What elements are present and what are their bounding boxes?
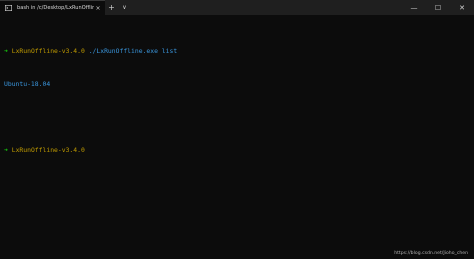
titlebar-drag-area[interactable]	[131, 0, 402, 15]
tab-close-icon[interactable]: ×	[94, 5, 102, 12]
prompt-directory: LxRunOffline-v3.4.0	[11, 146, 85, 154]
terminal-line: Ubuntu-18.04	[4, 79, 470, 90]
watermark-text: https://blog.csdn.net/Jioho_chen	[394, 251, 468, 256]
tab-title: bash in /c/Desktop/LxRunOffline-v3.4.0	[17, 5, 94, 11]
tab-dropdown-chevron-icon[interactable]: ∨	[118, 0, 131, 15]
minimize-button[interactable]: —	[402, 0, 426, 15]
command-text: ./LxRunOffline.exe list	[88, 47, 178, 55]
terminal-icon	[4, 5, 12, 12]
terminal-output[interactable]: ➜ LxRunOffline-v3.4.0 ./LxRunOffline.exe…	[4, 24, 470, 178]
terminal-line: ➜ LxRunOffline-v3.4.0 ./LxRunOffline.exe…	[4, 46, 470, 57]
prompt-directory: LxRunOffline-v3.4.0	[11, 47, 85, 55]
new-tab-button[interactable]: +	[105, 0, 118, 15]
close-window-button[interactable]: ✕	[450, 0, 474, 15]
command-output: Ubuntu-18.04	[4, 80, 51, 88]
maximize-button[interactable]: ☐	[426, 0, 450, 15]
title-bar: bash in /c/Desktop/LxRunOffline-v3.4.0 ×…	[0, 0, 474, 15]
tab-bash[interactable]: bash in /c/Desktop/LxRunOffline-v3.4.0 ×	[0, 0, 105, 15]
terminal-line: ➜ LxRunOffline-v3.4.0	[4, 145, 470, 156]
terminal-window: bash in /c/Desktop/LxRunOffline-v3.4.0 ×…	[0, 0, 474, 259]
